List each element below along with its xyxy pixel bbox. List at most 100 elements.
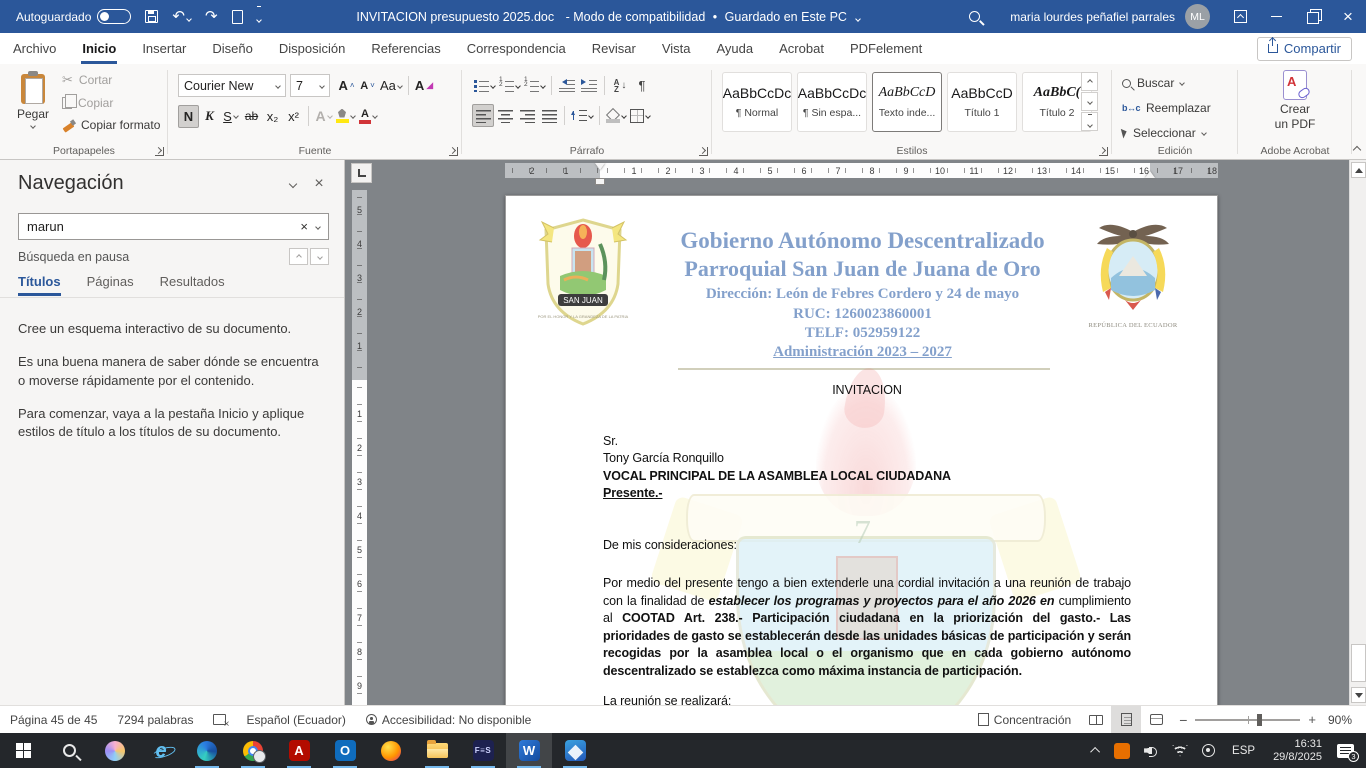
notification-center-button[interactable]: 3 <box>1330 744 1366 758</box>
justify-button[interactable] <box>538 104 560 127</box>
styles-more-button[interactable] <box>1081 112 1098 131</box>
taskbar-icon-fs[interactable]: F≡S <box>460 733 506 768</box>
taskbar-icon-search[interactable] <box>46 733 92 768</box>
search-button[interactable] <box>956 0 992 33</box>
taskbar-icon-copilot[interactable] <box>92 733 138 768</box>
tray-volume-button[interactable] <box>1137 745 1165 757</box>
tray-meet-button[interactable] <box>1195 744 1222 757</box>
document-text[interactable]: INVITACION Sr. Tony García Ronquillo VOC… <box>603 382 1131 705</box>
replace-button[interactable]: b↔cReemplazar <box>1122 101 1211 115</box>
tab-inicio[interactable]: Inicio <box>69 33 129 64</box>
minimize-button[interactable] <box>1258 0 1294 33</box>
format-painter-button[interactable]: Copiar formato <box>62 118 160 132</box>
next-result-button[interactable] <box>310 248 329 265</box>
font-dialog-launcher-icon[interactable] <box>449 147 458 156</box>
zoom-in-button[interactable]: + <box>1300 712 1324 727</box>
clear-search-icon[interactable]: × <box>300 219 308 234</box>
taskbar-icon-word[interactable]: W <box>506 733 552 768</box>
taskbar-icon-explorer[interactable] <box>414 733 460 768</box>
horizontal-ruler[interactable]: 21123456789101112131415161718 <box>505 163 1218 178</box>
language-switcher[interactable]: ESP <box>1222 745 1265 757</box>
line-spacing-button[interactable] <box>569 104 595 127</box>
shading-button[interactable] <box>604 104 628 127</box>
zoom-slider[interactable] <box>1195 719 1300 721</box>
tab-stop-selector[interactable] <box>351 163 372 183</box>
collapse-ribbon-icon[interactable] <box>1353 146 1361 154</box>
navigation-search-input[interactable]: marun × <box>18 213 329 240</box>
vertical-scrollbar[interactable] <box>1349 160 1366 705</box>
show-marks-button[interactable]: ¶ <box>631 74 653 97</box>
underline-button[interactable]: S <box>220 105 241 128</box>
avatar[interactable]: ML <box>1185 4 1210 29</box>
navigation-options-icon[interactable] <box>280 173 306 195</box>
zoom-slider-thumb[interactable] <box>1257 714 1262 726</box>
tab-disposicion[interactable]: Disposición <box>266 33 358 64</box>
saved-status[interactable]: Guardado en Este PC <box>725 10 847 24</box>
redo-icon[interactable]: ↷ <box>205 9 218 24</box>
tab-diseno[interactable]: Diseño <box>199 33 265 64</box>
left-indent-marker[interactable] <box>595 178 605 185</box>
styles-scroll-down-button[interactable] <box>1081 92 1098 111</box>
navigation-close-icon[interactable]: × <box>306 173 332 195</box>
align-left-button[interactable] <box>472 104 494 127</box>
clipboard-dialog-launcher-icon[interactable] <box>155 147 164 156</box>
italic-button[interactable]: K <box>199 105 220 128</box>
autosave-switch-icon[interactable] <box>97 9 131 24</box>
zoom-out-button[interactable]: − <box>1171 712 1195 728</box>
taskbar-icon-outlook[interactable]: O <box>322 733 368 768</box>
sort-button[interactable]: AZ↓ <box>609 74 631 97</box>
clock[interactable]: 16:3129/8/2025 <box>1265 738 1330 764</box>
ribbon-display-options-button[interactable] <box>1222 0 1258 33</box>
taskbar-icon-acrobat[interactable]: A <box>276 733 322 768</box>
subscript-button[interactable]: x₂ <box>262 105 283 128</box>
nav-tab-paginas[interactable]: Páginas <box>87 274 134 296</box>
tab-ayuda[interactable]: Ayuda <box>703 33 766 64</box>
find-button[interactable]: Buscar <box>1122 76 1184 90</box>
print-layout-button[interactable] <box>1111 706 1141 733</box>
taskbar-icon-firefox[interactable] <box>368 733 414 768</box>
close-button[interactable]: × <box>1330 0 1366 33</box>
tab-vista[interactable]: Vista <box>649 33 704 64</box>
save-icon[interactable] <box>145 10 158 23</box>
change-case-button[interactable]: Aa <box>378 74 404 97</box>
autosave-toggle[interactable]: Autoguardado <box>16 9 131 24</box>
strikethrough-button[interactable]: ab <box>241 105 262 128</box>
search-options-chevron-icon[interactable] <box>315 224 321 230</box>
multilevel-list-button[interactable] <box>522 74 547 97</box>
share-button[interactable]: Compartir <box>1257 37 1352 61</box>
focus-mode-button[interactable]: Concentración <box>968 713 1081 727</box>
text-effects-button[interactable]: A <box>313 105 334 128</box>
grow-font-button[interactable]: A˄ <box>336 74 357 97</box>
tab-pdfelement[interactable]: PDFelement <box>837 33 935 64</box>
tray-expand-button[interactable] <box>1086 747 1107 754</box>
previous-result-button[interactable] <box>289 248 308 265</box>
read-mode-button[interactable] <box>1081 706 1111 733</box>
tray-java-button[interactable] <box>1107 743 1137 759</box>
increase-indent-button[interactable] <box>578 74 600 97</box>
nav-tab-resultados[interactable]: Resultados <box>160 274 225 296</box>
clear-formatting-button[interactable]: A◢ <box>413 74 435 97</box>
vertical-ruler[interactable]: 54321123456789 <box>352 190 367 705</box>
paste-button[interactable]: Pegar <box>8 70 58 142</box>
bullets-button[interactable] <box>472 74 497 97</box>
page-indicator[interactable]: Página 45 de 45 <box>0 713 107 727</box>
select-button[interactable]: Seleccionar <box>1122 126 1206 140</box>
scroll-down-button[interactable] <box>1351 687 1366 703</box>
font-size-select[interactable]: 7 <box>290 74 330 97</box>
nav-tab-titulos[interactable]: Títulos <box>18 274 61 296</box>
style-sin-espaciado[interactable]: AaBbCcDc¶ Sin espa... <box>797 72 867 132</box>
proofing-status[interactable] <box>203 714 236 725</box>
taskbar-icon-chrome[interactable] <box>230 733 276 768</box>
text-highlight-button[interactable] <box>334 105 357 128</box>
styles-scroll-up-button[interactable] <box>1081 72 1098 91</box>
decrease-indent-button[interactable] <box>556 74 578 97</box>
tab-correspondencia[interactable]: Correspondencia <box>454 33 579 64</box>
borders-button[interactable] <box>628 104 652 127</box>
tab-archivo[interactable]: Archivo <box>0 33 69 64</box>
tab-revisar[interactable]: Revisar <box>579 33 649 64</box>
zoom-level[interactable]: 90% <box>1324 713 1366 727</box>
accessibility-status[interactable]: Accesibilidad: No disponible <box>356 713 541 727</box>
cut-button[interactable]: ✂Cortar <box>62 72 160 88</box>
align-right-button[interactable] <box>516 104 538 127</box>
user-name[interactable]: maria lourdes peñafiel parrales <box>1010 10 1175 24</box>
